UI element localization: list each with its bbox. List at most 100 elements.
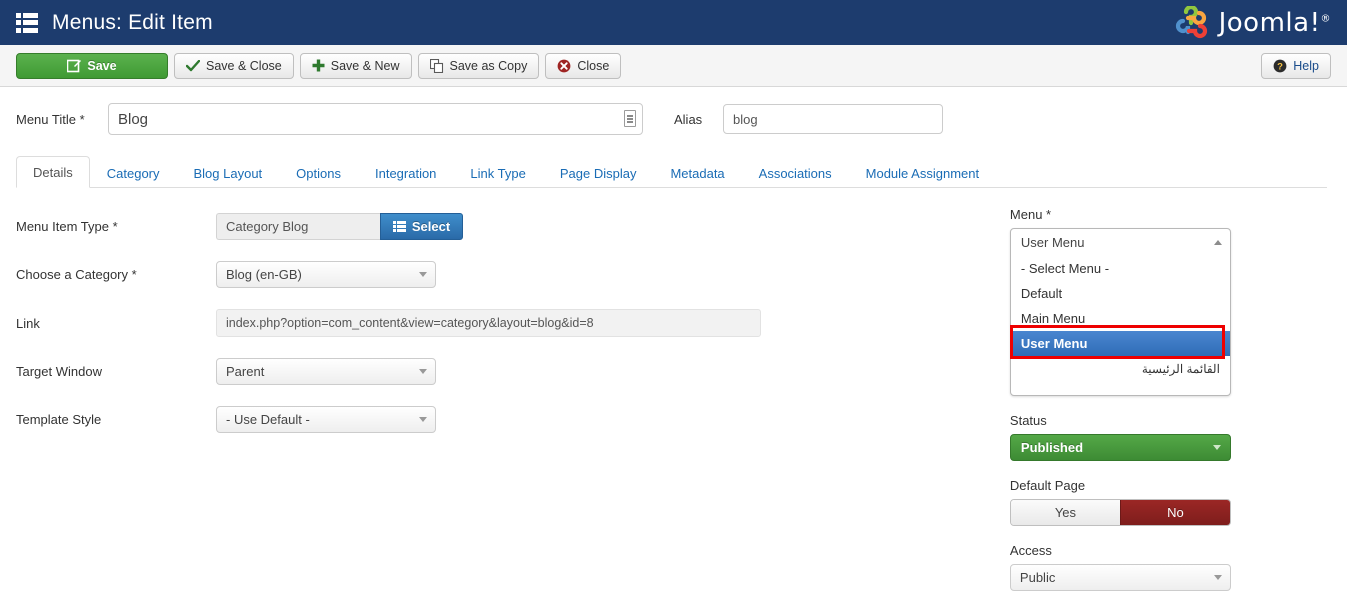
joomla-brand: Joomla!® [1175, 0, 1331, 45]
menu-option-main-menu[interactable]: Main Menu [1011, 306, 1230, 331]
content-area: Menu Title * Alias Details Category Blog… [0, 87, 1347, 608]
link-row: Link index.php?option=com_content&view=c… [16, 309, 1004, 337]
main-columns: Menu Item Type * Category Blog Select Ch… [16, 188, 1331, 608]
plus-icon [312, 59, 325, 72]
save-and-close-label: Save & Close [206, 59, 282, 73]
check-icon [186, 60, 200, 72]
tab-options[interactable]: Options [279, 157, 358, 188]
select-menu-item-type-button[interactable]: Select [380, 213, 463, 240]
question-circle-icon: ? [1273, 59, 1287, 73]
close-button-label: Close [577, 59, 609, 73]
sidebar-panel: Menu * User Menu - Select Menu - Default… [1004, 188, 1331, 608]
copy-icon [430, 59, 444, 73]
brand-label: Joomla! [1219, 8, 1321, 38]
access-value: Public [1020, 570, 1055, 585]
tab-page-display[interactable]: Page Display [543, 157, 654, 188]
chevron-up-icon [1214, 240, 1222, 245]
choose-category-label: Choose a Category * [16, 267, 216, 282]
menu-item-type-group: Category Blog Select [216, 213, 463, 240]
template-style-select[interactable]: - Use Default - [216, 406, 436, 433]
target-window-label: Target Window [16, 364, 216, 379]
template-style-label: Template Style [16, 412, 216, 427]
menu-field-block: Menu * User Menu - Select Menu - Default… [1010, 207, 1331, 396]
status-label: Status [1010, 413, 1331, 428]
chevron-down-icon [419, 369, 427, 374]
alias-input[interactable] [723, 104, 943, 134]
default-page-label: Default Page [1010, 478, 1331, 493]
tab-module-assignment[interactable]: Module Assignment [849, 157, 996, 188]
list-grid-icon [393, 221, 406, 232]
tab-details[interactable]: Details [16, 156, 90, 188]
tab-blog-layout[interactable]: Blog Layout [177, 157, 280, 188]
header-left: Menus: Edit Item [0, 11, 213, 35]
link-label: Link [16, 316, 216, 331]
tab-associations[interactable]: Associations [742, 157, 849, 188]
tab-link-type[interactable]: Link Type [453, 157, 542, 188]
access-select[interactable]: Public [1010, 564, 1231, 591]
target-window-row: Target Window Parent [16, 358, 1004, 385]
template-style-value: - Use Default - [226, 412, 310, 427]
save-and-new-label: Save & New [331, 59, 400, 73]
alias-label: Alias [674, 112, 723, 127]
save-as-copy-button[interactable]: Save as Copy [418, 53, 540, 79]
menu-title-field-wrap [108, 103, 643, 135]
target-window-value: Parent [226, 364, 264, 379]
tab-category[interactable]: Category [90, 157, 177, 188]
toolbar: Save Save & Close Save & New Save as Cop… [0, 45, 1347, 87]
edit-pencil-icon [67, 59, 81, 73]
details-panel: Menu Item Type * Category Blog Select Ch… [16, 188, 1004, 608]
select-button-label: Select [412, 219, 450, 234]
save-and-close-button[interactable]: Save & Close [174, 53, 294, 79]
menu-item-type-row: Menu Item Type * Category Blog Select [16, 213, 1004, 240]
menu-item-type-value: Category Blog [216, 213, 380, 240]
menu-title-input[interactable] [108, 103, 643, 135]
menu-select-expanded[interactable]: User Menu - Select Menu - Default Main M… [1010, 228, 1231, 396]
target-window-select[interactable]: Parent [216, 358, 436, 385]
chevron-down-icon [419, 417, 427, 422]
menu-option-default[interactable]: Default [1011, 281, 1230, 306]
joomla-logo-icon [1175, 6, 1211, 40]
close-button[interactable]: Close [545, 53, 621, 79]
article-icon[interactable] [624, 110, 636, 127]
chevron-down-icon [419, 272, 427, 277]
tab-bar: Details Category Blog Layout Options Int… [16, 156, 1327, 188]
menu-title-label: Menu Title * [16, 112, 108, 127]
menu-item-type-label: Menu Item Type * [16, 219, 216, 234]
status-value: Published [1021, 440, 1083, 455]
menu-option-user-menu[interactable]: User Menu [1011, 331, 1230, 356]
menu-option-select-menu[interactable]: - Select Menu - [1011, 256, 1230, 281]
tab-metadata[interactable]: Metadata [653, 157, 741, 188]
menu-label: Menu * [1010, 207, 1331, 222]
template-style-row: Template Style - Use Default - [16, 406, 1004, 433]
list-grid-icon[interactable] [16, 13, 38, 33]
save-and-new-button[interactable]: Save & New [300, 53, 412, 79]
svg-text:?: ? [1277, 61, 1283, 72]
default-page-no-option[interactable]: No [1120, 500, 1230, 525]
status-select[interactable]: Published [1010, 434, 1231, 461]
save-as-copy-label: Save as Copy [450, 59, 528, 73]
chevron-down-icon [1214, 575, 1222, 580]
help-button[interactable]: ? Help [1261, 53, 1331, 79]
page-title: Menus: Edit Item [52, 11, 213, 35]
menu-option-arabic-main-menu[interactable]: القائمة الرئيسية [1011, 356, 1230, 381]
brand-registered-mark: ® [1321, 13, 1332, 24]
app-header: Menus: Edit Item Joomla!® [0, 0, 1347, 45]
help-button-label: Help [1293, 59, 1319, 73]
tab-integration[interactable]: Integration [358, 157, 453, 188]
link-value: index.php?option=com_content&view=catego… [216, 309, 761, 337]
access-block: Access Public [1010, 543, 1331, 591]
title-row: Menu Title * Alias [16, 87, 1331, 135]
default-page-toggle[interactable]: Yes No [1010, 499, 1231, 526]
default-page-yes-option[interactable]: Yes [1011, 500, 1120, 525]
menu-select-selected-row[interactable]: User Menu [1011, 229, 1230, 256]
save-button[interactable]: Save [16, 53, 168, 79]
choose-category-row: Choose a Category * Blog (en-GB) [16, 261, 1004, 288]
chevron-down-icon [1213, 445, 1221, 450]
brand-name: Joomla!® [1219, 8, 1331, 38]
close-circle-icon [557, 59, 571, 73]
choose-category-select[interactable]: Blog (en-GB) [216, 261, 436, 288]
default-page-block: Default Page Yes No [1010, 478, 1331, 526]
access-label: Access [1010, 543, 1331, 558]
save-button-label: Save [87, 59, 116, 73]
choose-category-value: Blog (en-GB) [226, 267, 302, 282]
